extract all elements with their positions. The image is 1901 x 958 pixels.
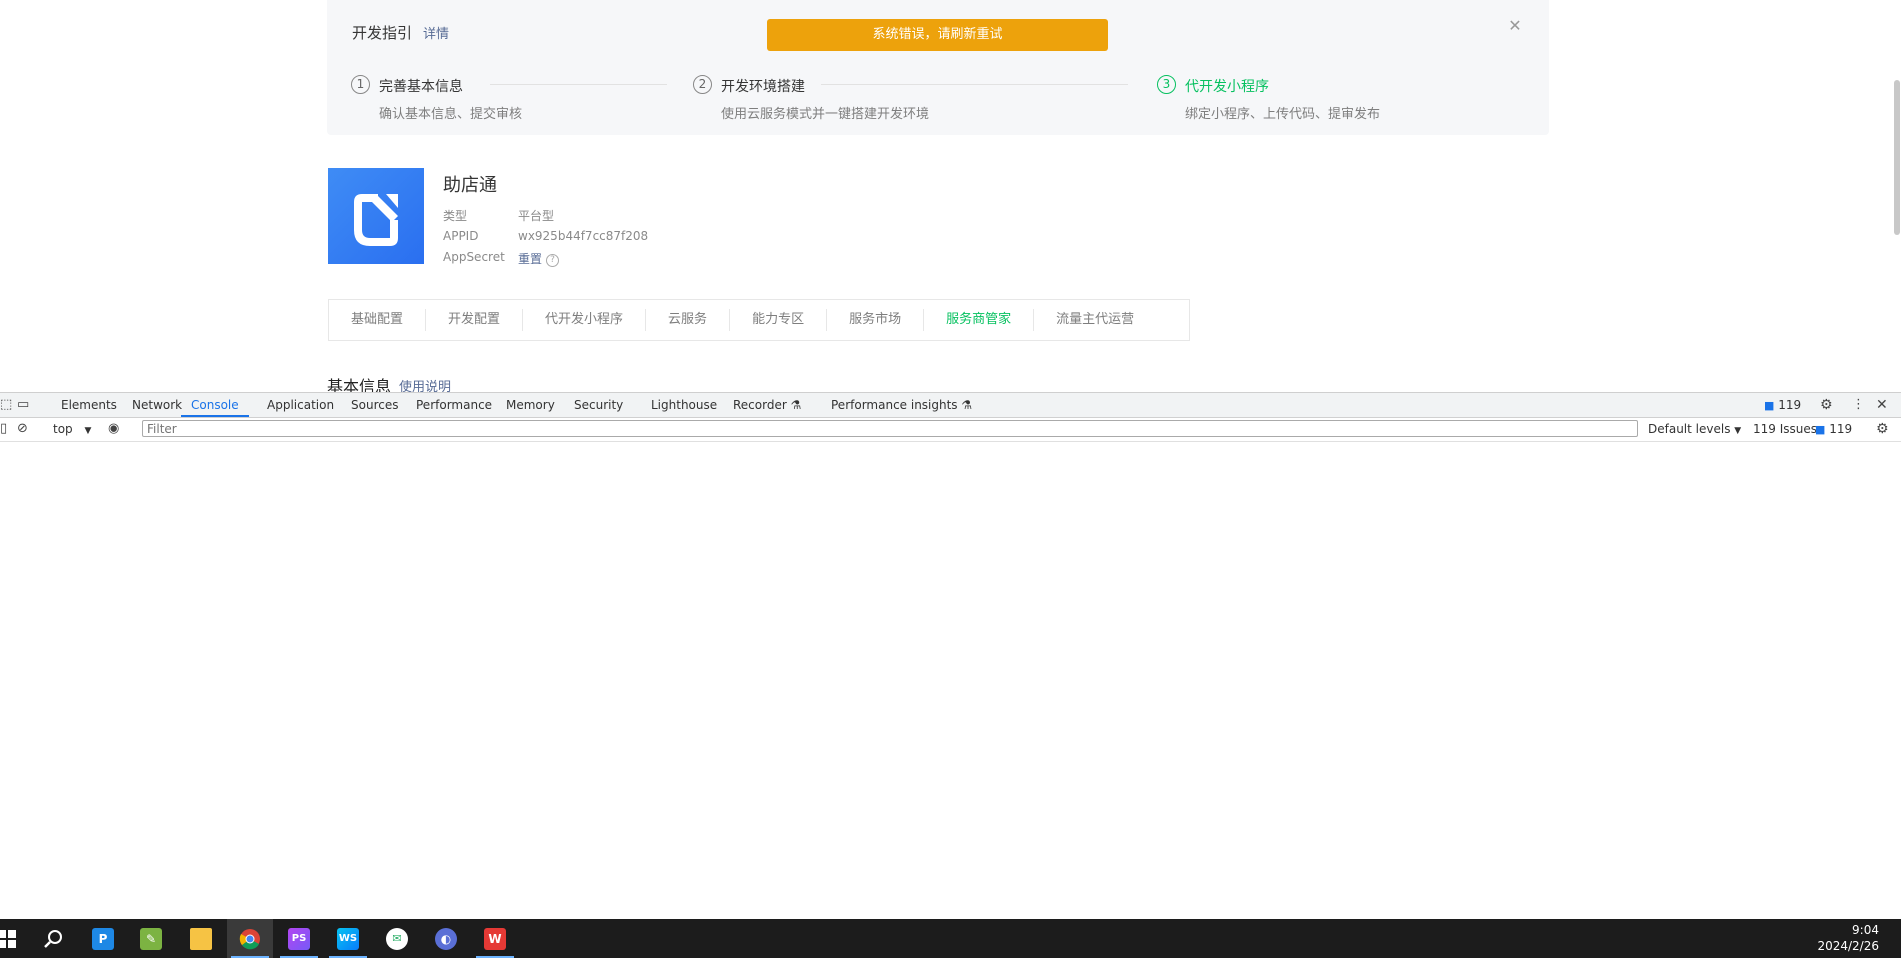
search-icon[interactable] [30,919,76,958]
devtools-panel: ⬚ ▭ Elements Network Console Application… [0,392,1901,920]
webstorm-icon[interactable]: WS [325,919,371,958]
devtools-tab-performance-insights[interactable]: Performance insights ⚗ [831,393,972,417]
devtools-tab-memory[interactable]: Memory [506,393,555,417]
console-settings-gear-icon[interactable]: ⚙ [1876,417,1889,441]
step-3-number: 3 [1157,75,1176,94]
clock-date: 2024/2/26 [1817,939,1879,953]
step-2-title: 开发环境搭建 [721,79,805,95]
log-levels-value: Default levels [1648,422,1731,436]
step-2-desc: 使用云服务模式并一键搭建开发环境 [721,107,930,122]
sidebar-toggle-icon[interactable]: ▯ [0,417,7,441]
step-connector [821,84,1128,85]
devtools-tab-sources[interactable]: Sources [351,393,398,417]
step-3: 3 [1157,75,1176,94]
tab-cloud-service[interactable]: 云服务 [646,309,731,331]
tab-basic-config[interactable]: 基础配置 [329,309,427,331]
devtools-tab-application[interactable]: Application [267,393,334,417]
console-toolbar: ▯ ⊘ top ▼ ◉ Default levels ▼ 119 Issues:… [0,418,1901,442]
dolphin-app-icon[interactable]: ◐ [423,919,469,958]
issues-count: 119 [1829,422,1853,436]
issues-badge-count: 119 [1778,398,1802,412]
wps-icon[interactable]: W [472,919,518,958]
devtools-tab-security[interactable]: Security [574,393,623,417]
step-1-title: 完善基本信息 [379,79,463,95]
issues-icon: ■ [1815,423,1826,436]
issues-label: 119 Issues: [1753,422,1822,436]
page-scrollbar[interactable] [1894,80,1900,235]
tab-dev-config[interactable]: 开发配置 [426,309,524,331]
usage-guide-link[interactable]: 使用说明 [399,376,451,392]
levels-dropdown-icon: ▼ [1734,426,1742,436]
step-2-number: 2 [693,75,712,94]
guide-title: 开发指引 [352,24,413,42]
step-3-title: 代开发小程序 [1185,79,1269,95]
devtools-tab-network[interactable]: Network [132,393,182,417]
devtools-tabbar: ⬚ ▭ Elements Network Console Application… [0,393,1901,418]
step-1-desc: 确认基本信息、提交审核 [379,107,523,122]
devtools-tab-console[interactable]: Console [181,393,249,417]
tab-capabilities[interactable]: 能力专区 [730,309,828,331]
context-dropdown-icon: ▼ [84,426,92,436]
system-clock[interactable]: 9:04 2024/2/26 [1817,922,1879,954]
close-devtools-icon[interactable]: ✕ [1876,393,1888,417]
help-icon[interactable]: ? [546,254,560,267]
step-3-desc: 绑定小程序、上传代码、提审发布 [1185,107,1381,122]
type-label: 类型 [443,209,468,223]
guide-detail-link[interactable]: 详情 [423,23,449,42]
p-app-icon[interactable]: P [80,919,126,958]
tab-provider-manager[interactable]: 服务商管家 [924,309,1035,331]
more-options-icon[interactable]: ⋮ [1852,393,1865,417]
inspect-icon[interactable]: ⬚ [0,393,12,417]
wechat-icon[interactable]: ✉ [374,919,420,958]
issues-icon: ■ [1764,399,1775,412]
appid-label: APPID [443,229,479,243]
clock-time: 9:04 [1852,923,1879,937]
phpstorm-icon[interactable]: PS [276,919,322,958]
appsecret-row: 重置? [518,250,560,267]
issues-count-button[interactable]: ■ 119 [1815,418,1852,441]
live-expression-eye-icon[interactable]: ◉ [108,417,119,441]
reset-secret-link[interactable]: 重置 [518,252,542,266]
dev-guide-panel: 开发指引 详情 系统错误，请刷新重试 ✕ 1 完善基本信息 确认基本信息、提交审… [327,0,1549,135]
devtools-tab-recorder[interactable]: Recorder ⚗ [733,393,801,417]
notepad-icon[interactable]: ✎ [128,919,174,958]
devtools-tab-lighthouse[interactable]: Lighthouse [651,393,717,417]
step-connector [490,84,667,85]
tab-traffic-ops[interactable]: 流量主代运营 [1034,309,1156,331]
tab-miniprogram-dev[interactable]: 代开发小程序 [523,309,647,331]
type-value: 平台型 [518,209,555,223]
context-selector-value: top [53,422,73,436]
appid-value: wx925b44f7cc87f208 [518,229,649,243]
issues-badge[interactable]: ■ 119 [1764,393,1801,417]
windows-taskbar: P ✎ PS WS ✉ ◐ W 9:04 2024/2/26 [0,919,1901,958]
chrome-icon[interactable] [227,919,273,958]
clear-console-icon[interactable]: ⊘ [17,417,28,441]
log-levels-dropdown[interactable]: Default levels ▼ [1648,418,1741,443]
config-tabbar: 基础配置 开发配置 代开发小程序 云服务 能力专区 服务市场 服务商管家 流量主… [328,299,1190,341]
close-icon[interactable]: ✕ [1507,18,1523,34]
devtools-tab-elements[interactable]: Elements [61,393,117,417]
device-toolbar-icon[interactable]: ▭ [17,393,29,417]
tab-service-market[interactable]: 服务市场 [827,309,925,331]
error-toast: 系统错误，请刷新重试 [767,19,1108,51]
context-selector[interactable]: top ▼ [53,418,91,443]
app-name: 助店通 [443,175,497,196]
appsecret-label: AppSecret [443,250,505,264]
console-filter-input[interactable] [142,420,1638,437]
app-logo-icon [354,194,398,246]
file-explorer-icon[interactable] [178,919,224,958]
step-1-number: 1 [351,75,370,94]
windows-start-icon[interactable] [0,919,30,958]
devtools-tab-performance[interactable]: Performance [416,393,492,417]
page-area: 开发指引 详情 系统错误，请刷新重试 ✕ 1 完善基本信息 确认基本信息、提交审… [0,0,1901,392]
settings-gear-icon[interactable]: ⚙ [1820,393,1833,417]
section-title: 基本信息 [327,377,392,392]
app-logo [328,168,424,264]
